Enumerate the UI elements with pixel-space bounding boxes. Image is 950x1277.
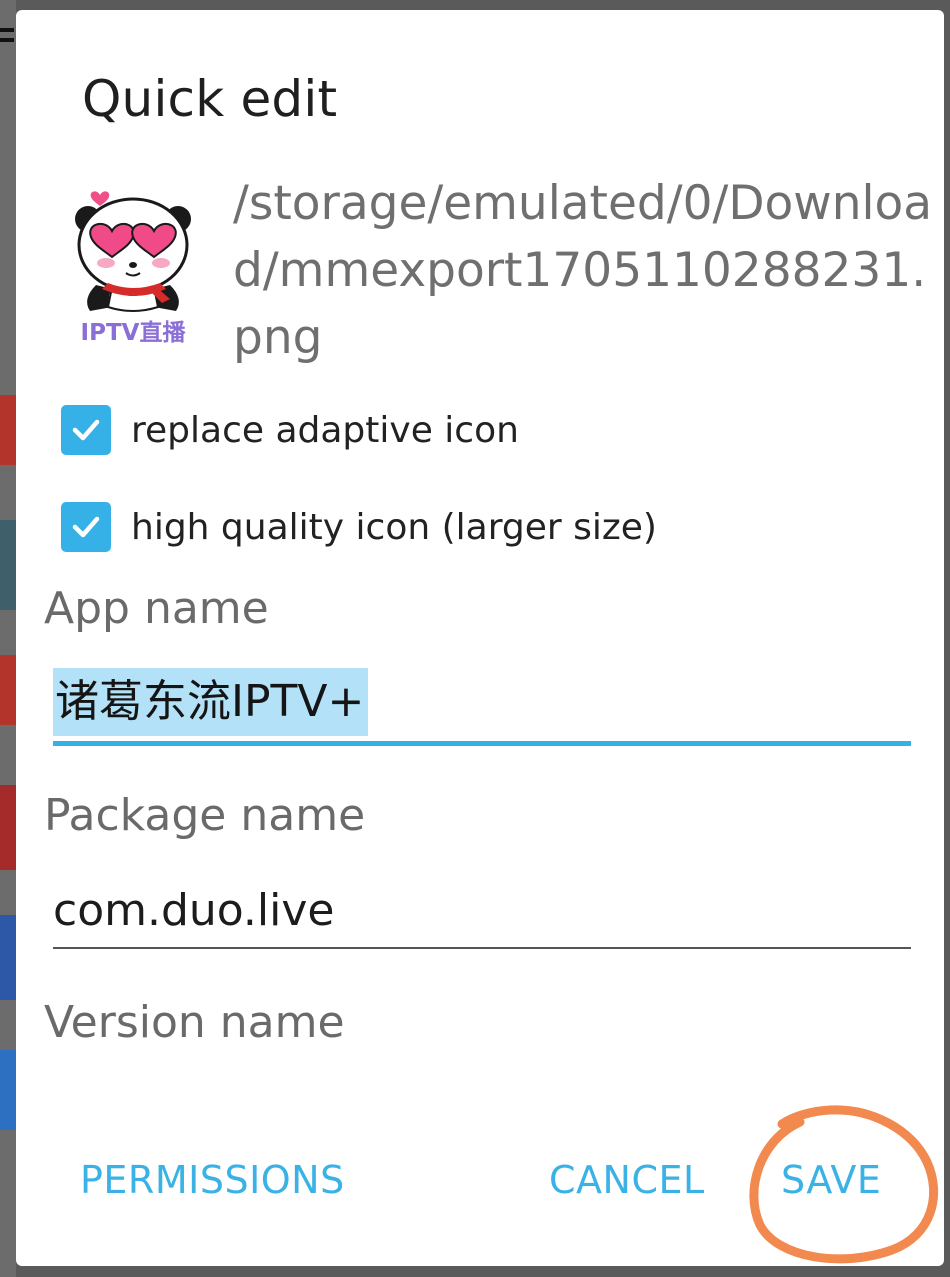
app-name-label: App name — [44, 583, 269, 634]
background-thumbnail — [0, 655, 16, 725]
permissions-button[interactable]: PERMISSIONS — [80, 1158, 345, 1202]
checkmark-icon — [72, 419, 100, 441]
replace-adaptive-icon-checkbox-row[interactable]: replace adaptive icon — [61, 403, 519, 457]
background-thumbnail — [0, 520, 16, 610]
background-app — [0, 0, 16, 1277]
background-thumbnail — [0, 395, 16, 465]
background-thumbnail — [0, 1050, 16, 1130]
high-quality-icon-checkbox-row[interactable]: high quality icon (larger size) — [61, 500, 657, 554]
checkmark-icon — [72, 516, 100, 538]
menu-icon — [0, 28, 14, 54]
cancel-button[interactable]: CANCEL — [549, 1158, 705, 1202]
high-quality-icon-checkbox[interactable] — [61, 502, 111, 552]
version-name-label: Version name — [44, 997, 345, 1048]
package-name-label: Package name — [44, 790, 366, 841]
background-thumbnail — [0, 915, 16, 1000]
version-name-input[interactable] — [53, 1050, 911, 1100]
package-name-underline — [53, 947, 911, 949]
background-thumbnail — [0, 785, 16, 870]
file-path: /storage/emulated/0/Download/mmexport170… — [233, 176, 933, 365]
save-button[interactable]: SAVE — [781, 1158, 881, 1202]
high-quality-icon-label: high quality icon (larger size) — [131, 506, 657, 548]
app-icon-caption: IPTV直播 — [81, 319, 187, 346]
app-icon[interactable]: IPTV直播 — [66, 175, 201, 350]
app-name-underline — [53, 741, 911, 746]
package-name-input[interactable] — [53, 872, 911, 948]
app-name-input[interactable]: 诸葛东流IPTV+ — [53, 668, 369, 736]
quick-edit-dialog: Quick edit IPTV直播 /storage/emulated/0/Do… — [16, 10, 944, 1266]
replace-adaptive-icon-label: replace adaptive icon — [131, 409, 519, 451]
replace-adaptive-icon-checkbox[interactable] — [61, 405, 111, 455]
dialog-title: Quick edit — [82, 70, 338, 128]
